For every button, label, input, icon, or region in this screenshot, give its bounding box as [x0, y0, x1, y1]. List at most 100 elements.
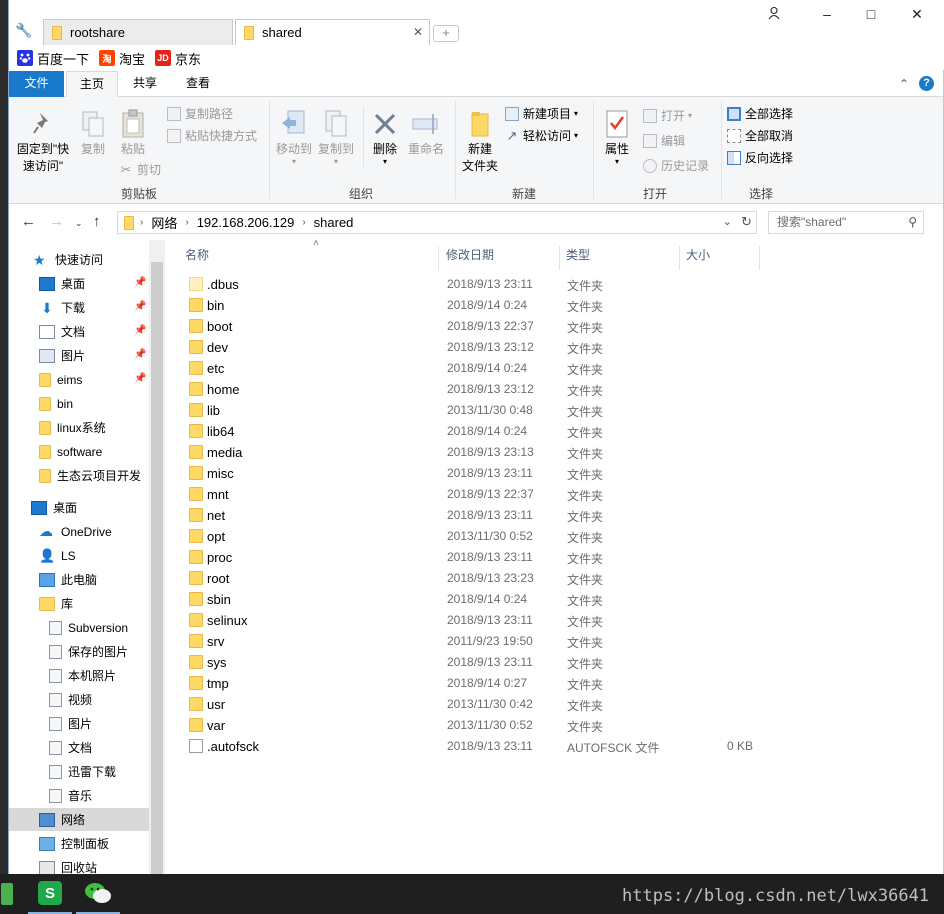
file-row[interactable]: usr 2013/11/30 0:42 文件夹 — [185, 694, 775, 715]
tab-share[interactable]: 共享 — [120, 71, 170, 97]
open-button[interactable]: 打开 ▾ — [643, 107, 692, 124]
copy-path-button[interactable]: 复制路径 — [167, 105, 233, 122]
edit-button[interactable]: 编辑 — [643, 132, 685, 149]
file-row[interactable]: .dbus 2018/9/13 23:11 文件夹 — [185, 274, 775, 295]
file-row[interactable]: sys 2018/9/13 23:11 文件夹 — [185, 652, 775, 673]
address-history-chevron-icon[interactable]: ⌄ — [723, 215, 732, 228]
paste-shortcut-button[interactable]: 粘贴快捷方式 — [167, 127, 257, 144]
nav-library-item-0[interactable]: Subversion — [49, 616, 128, 639]
tab-home[interactable]: 主页 — [66, 71, 118, 97]
file-row[interactable]: misc 2018/9/13 23:11 文件夹 — [185, 463, 775, 484]
file-row[interactable]: selinux 2018/9/13 23:11 文件夹 — [185, 610, 775, 631]
nav-library-item-6[interactable]: 迅雷下载 — [49, 760, 116, 783]
select-none-button[interactable]: 全部取消 — [727, 127, 793, 144]
file-row[interactable]: dev 2018/9/13 23:12 文件夹 — [185, 337, 775, 358]
new-tab-button[interactable]: + — [433, 25, 459, 42]
close-tab-icon[interactable]: ✕ — [413, 25, 423, 39]
settings-wrench-icon[interactable]: 🔧 — [15, 22, 32, 39]
tab-rootshare[interactable]: rootshare — [43, 19, 233, 45]
address-field[interactable]: › 网络 › 192.168.206.129 › shared ⌄ ↻ — [117, 211, 757, 234]
move-to-button[interactable]: 移动到 ▾ — [273, 107, 315, 166]
nav-network[interactable]: 网络 — [9, 808, 149, 831]
column-header-name[interactable]: 名称 — [181, 246, 439, 270]
rename-button[interactable]: 重命名 — [405, 107, 447, 158]
paste-button[interactable]: 粘贴 — [115, 107, 151, 158]
nav-desktop[interactable]: 桌面 — [31, 496, 77, 519]
breadcrumb-network[interactable]: 网络 — [151, 213, 177, 232]
column-header-date[interactable]: 修改日期 — [442, 246, 560, 270]
file-row[interactable]: lib 2013/11/30 0:48 文件夹 — [185, 400, 775, 421]
file-row[interactable]: net 2018/9/13 23:11 文件夹 — [185, 505, 775, 526]
file-row[interactable]: sbin 2018/9/14 0:24 文件夹 — [185, 589, 775, 610]
nav-item-5[interactable]: bin — [39, 392, 73, 415]
forward-arrow-icon[interactable]: → — [49, 213, 64, 230]
pin-to-quick-access-button[interactable]: 固定到"快 速访问" — [13, 107, 73, 175]
nav-item-7[interactable]: software — [39, 440, 102, 463]
nav-library-item-7[interactable]: 音乐 — [49, 784, 92, 807]
column-header-type[interactable]: 类型 — [562, 246, 680, 270]
breadcrumb-host[interactable]: 192.168.206.129 — [197, 215, 295, 230]
bookmark-baidu[interactable]: 百度一下 — [17, 49, 89, 68]
search-icon[interactable]: ⚲ — [908, 212, 917, 233]
file-row[interactable]: var 2013/11/30 0:52 文件夹 — [185, 715, 775, 736]
select-all-button[interactable]: 全部选择 — [727, 105, 793, 122]
tab-shared[interactable]: shared ✕ — [235, 19, 430, 45]
nav-library-item-5[interactable]: 文档 — [49, 736, 92, 759]
file-row[interactable]: srv 2011/9/23 19:50 文件夹 — [185, 631, 775, 652]
easy-access-button[interactable]: ↗ 轻松访问 ▾ — [505, 127, 578, 144]
pinned-icon[interactable]: 📌 — [134, 301, 146, 312]
nav-onedrive[interactable]: ☁ OneDrive — [39, 520, 112, 543]
nav-library-item-1[interactable]: 保存的图片 — [49, 640, 128, 663]
pinned-icon[interactable]: 📌 — [134, 277, 146, 288]
scrollbar-thumb[interactable] — [151, 262, 163, 874]
refresh-icon[interactable]: ↻ — [741, 214, 752, 230]
minimize-button[interactable]: – — [816, 6, 838, 24]
up-arrow-icon[interactable]: ↑ — [93, 213, 101, 230]
file-row[interactable]: bin 2018/9/14 0:24 文件夹 — [185, 295, 775, 316]
pinned-icon[interactable]: 📌 — [134, 349, 146, 360]
invert-selection-button[interactable]: 反向选择 — [727, 149, 793, 166]
nav-library[interactable]: 库 — [39, 592, 73, 615]
bookmark-taobao[interactable]: 淘 淘宝 — [99, 49, 145, 68]
properties-button[interactable]: 属性 ▾ — [597, 107, 637, 166]
wps-spreadsheet-icon[interactable]: S — [28, 874, 72, 914]
file-row[interactable]: home 2018/9/13 23:12 文件夹 — [185, 379, 775, 400]
file-row[interactable]: tmp 2018/9/14 0:27 文件夹 — [185, 673, 775, 694]
nav-quick-access[interactable]: ★ 快速访问 — [33, 248, 103, 271]
file-row[interactable]: mnt 2018/9/13 22:37 文件夹 — [185, 484, 775, 505]
copy-to-button[interactable]: 复制到 ▾ — [315, 107, 357, 166]
delete-button[interactable]: 删除 ▾ — [367, 107, 403, 166]
nav-control-panel[interactable]: 控制面板 — [39, 832, 109, 855]
pinned-icon[interactable]: 📌 — [134, 325, 146, 336]
file-row[interactable]: boot 2018/9/13 22:37 文件夹 — [185, 316, 775, 337]
file-row[interactable]: opt 2013/11/30 0:52 文件夹 — [185, 526, 775, 547]
cut-button[interactable]: ✂ 剪切 — [119, 161, 161, 178]
close-window-button[interactable]: ✕ — [906, 6, 928, 24]
nav-item-0[interactable]: 桌面 — [39, 272, 85, 295]
nav-this-pc[interactable]: 此电脑 — [39, 568, 97, 591]
bookmark-jd[interactable]: JD 京东 — [155, 49, 201, 68]
collapse-ribbon-chevron-icon[interactable]: ⌃ — [899, 77, 909, 91]
search-input[interactable]: 搜索"shared" ⚲ — [768, 211, 924, 234]
copy-button[interactable]: 复制 — [75, 107, 111, 158]
nav-library-item-2[interactable]: 本机照片 — [49, 664, 116, 687]
file-row[interactable]: etc 2018/9/14 0:24 文件夹 — [185, 358, 775, 379]
file-row[interactable]: root 2018/9/13 23:23 文件夹 — [185, 568, 775, 589]
breadcrumb-shared[interactable]: shared — [314, 215, 354, 230]
nav-pane-scrollbar[interactable] — [149, 240, 165, 874]
nav-item-4[interactable]: eims — [39, 368, 82, 391]
new-folder-button[interactable]: 新建 文件夹 — [459, 107, 501, 175]
nav-item-6[interactable]: linux系统 — [39, 416, 106, 439]
nav-item-1[interactable]: ⬇ 下载 — [39, 296, 85, 319]
file-row[interactable]: .autofsck 2018/9/13 23:11 AUTOFSCK 文件 0 KB — [185, 736, 775, 757]
tab-file[interactable]: 文件 — [9, 71, 64, 97]
tab-view[interactable]: 查看 — [173, 71, 223, 97]
nav-recycle-bin[interactable]: 回收站 — [39, 856, 97, 874]
wechat-icon[interactable] — [76, 874, 120, 914]
nav-item-2[interactable]: 文档 — [39, 320, 85, 343]
pinned-icon[interactable]: 📌 — [134, 373, 146, 384]
history-button[interactable]: 历史记录 — [643, 157, 709, 174]
file-row[interactable]: media 2018/9/13 23:13 文件夹 — [185, 442, 775, 463]
new-item-button[interactable]: 新建项目 ▾ — [505, 105, 578, 122]
back-arrow-icon[interactable]: ← — [21, 213, 36, 230]
